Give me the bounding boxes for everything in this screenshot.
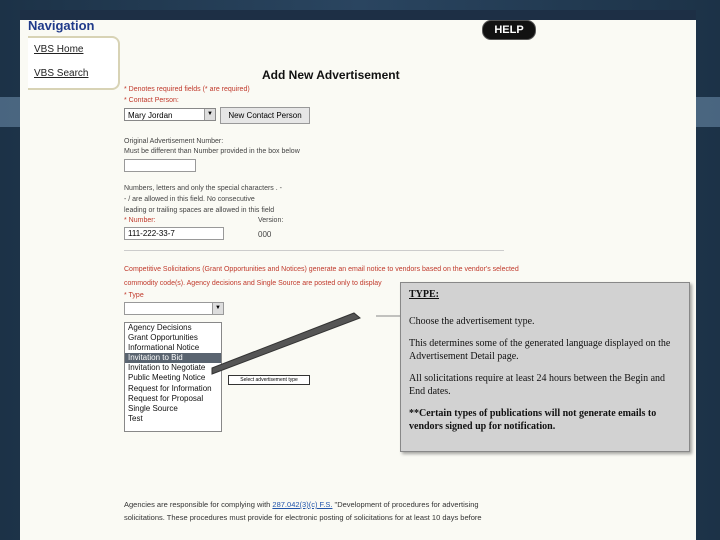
type-option[interactable]: Public Meeting Notice [125, 373, 221, 383]
contact-select-value: Mary Jordan [128, 111, 173, 120]
type-option-selected[interactable]: Invitation to Bid [125, 353, 221, 364]
nav-title: Navigation [28, 18, 95, 33]
help-button[interactable]: HELP [482, 20, 536, 40]
page-title: Add New Advertisement [262, 68, 400, 82]
nav-item-vbs-search[interactable]: VBS Search [34, 68, 88, 79]
orig-ad-note: Must be different than Number provided i… [124, 148, 300, 155]
type-option[interactable]: Grant Opportunities [125, 333, 221, 343]
callout-p3: All solicitations require at least 24 ho… [409, 373, 666, 397]
footer-text-after: "Development of procedures for advertisi… [334, 500, 479, 509]
rules-line1: Numbers, letters and only the special ch… [124, 185, 282, 192]
rules-line2: - / are allowed in this field. No consec… [124, 196, 255, 203]
type-option[interactable]: Informational Notice [125, 343, 221, 353]
callout-p4: **Certain types of publications will not… [409, 408, 657, 432]
orig-ad-label: Original Advertisement Number: [124, 138, 224, 145]
browser-page [20, 10, 696, 540]
number-input[interactable]: 111-222-33-7 [124, 227, 224, 240]
type-label: * Type [124, 292, 144, 299]
top-strip [20, 10, 696, 20]
type-callout: TYPE: Choose the advertisement type. Thi… [400, 282, 690, 452]
callout-title: TYPE: [409, 289, 439, 300]
type-option[interactable]: Request for Information [125, 384, 221, 394]
footer-text-before: Agencies are responsible for complying w… [124, 500, 271, 509]
footer-line1: Agencies are responsible for complying w… [124, 500, 479, 509]
chevron-down-icon: ▼ [204, 109, 215, 120]
type-option[interactable]: Agency Decisions [125, 323, 221, 333]
callout-p2: This determines some of the generated la… [409, 338, 671, 362]
type-option[interactable]: Invitation to Negotiate [125, 363, 221, 373]
competitive-line1: Competitive Solicitations (Grant Opportu… [124, 266, 519, 273]
type-listbox[interactable]: Agency Decisions Grant Opportunities Inf… [124, 322, 222, 432]
type-option[interactable]: Test [125, 414, 221, 424]
required-note: * Denotes required fields (* are require… [124, 86, 250, 93]
chevron-down-icon: ▼ [212, 303, 223, 314]
footer-line2: solicitations. These procedures must pro… [124, 513, 482, 522]
type-option[interactable]: Request for Proposal [125, 394, 221, 404]
version-label: Version: [258, 217, 284, 224]
rules-line3: leading or trailing spaces are allowed i… [124, 207, 275, 214]
competitive-line2: commodity code(s). Agency decisions and … [124, 280, 382, 287]
type-dropdown[interactable]: ▼ [124, 302, 224, 315]
statute-link[interactable]: 287.042(3)(c) F.S. [272, 500, 332, 509]
orig-ad-input[interactable] [124, 159, 196, 172]
version-value: 000 [258, 230, 272, 239]
contact-select[interactable]: Mary Jordan ▼ [124, 108, 216, 121]
number-label: * Number: [124, 217, 156, 224]
callout-p1: Choose the advertisement type. [409, 316, 535, 327]
new-contact-button[interactable]: New Contact Person [220, 107, 310, 124]
divider [124, 250, 504, 251]
contact-label: * Contact Person: [124, 97, 179, 104]
type-tooltip: Select advertisement type [228, 375, 310, 385]
type-option[interactable]: Single Source [125, 404, 221, 414]
nav-item-vbs-home[interactable]: VBS Home [34, 44, 83, 55]
